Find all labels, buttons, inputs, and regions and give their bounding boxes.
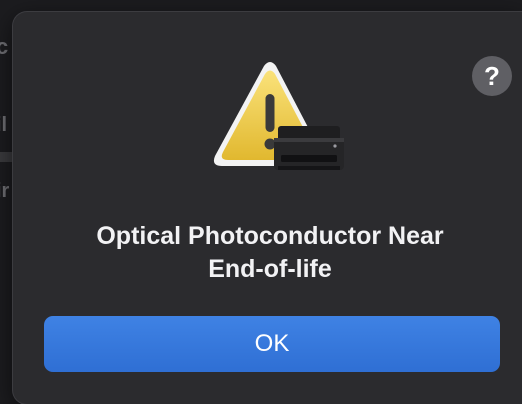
printer-icon [274, 126, 344, 170]
alert-message-line: Optical Photoconductor Near [96, 222, 444, 250]
background-text-fragment: il [0, 114, 8, 136]
warning-icon [213, 62, 344, 170]
ok-button[interactable]: OK [44, 316, 500, 372]
alert-message-line: End-of-life [208, 255, 332, 283]
background-text-fragment: c [0, 34, 9, 59]
help-button[interactable]: ? [472, 56, 512, 96]
background-text-fragment: ir [0, 180, 10, 202]
alert-message: Optical Photoconductor Near End-of-life [40, 220, 500, 286]
background-divider [0, 152, 14, 162]
